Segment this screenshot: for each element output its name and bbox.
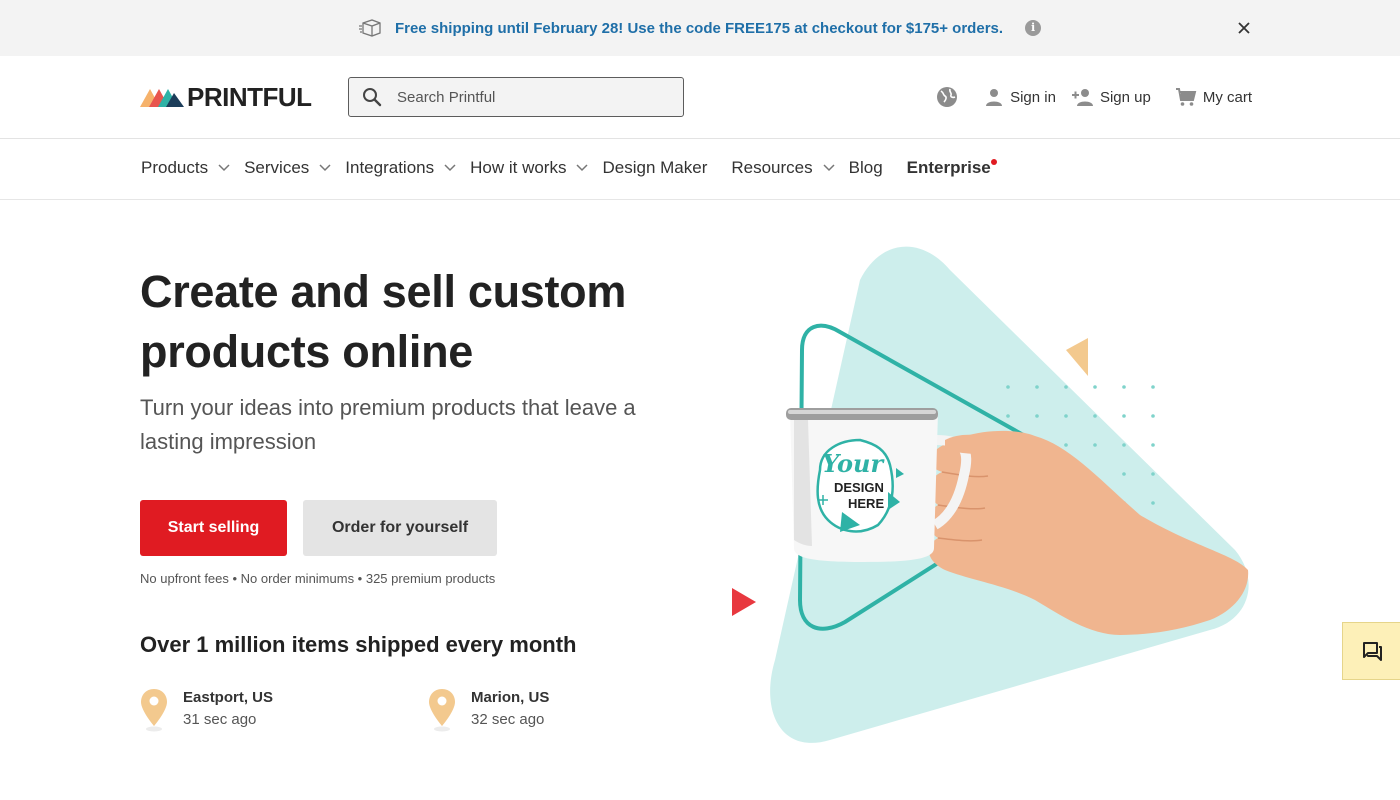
order-details: Marion, US 32 sec ago — [471, 688, 549, 732]
sign-in-link[interactable]: Sign in — [984, 87, 1056, 107]
header-actions: Sign in Sign up My cart — [936, 86, 1252, 108]
nav-item-design-maker[interactable]: Design Maker — [602, 158, 707, 178]
order-time: 32 sec ago — [471, 711, 545, 728]
chevron-down-icon — [444, 164, 456, 172]
peach-triangle-shape — [1066, 338, 1088, 376]
nav-label: Integrations — [345, 158, 435, 177]
nav-item-enterprise[interactable]: Enterprise — [906, 158, 997, 178]
hero-subtitle: Turn your ideas into premium products th… — [140, 395, 636, 454]
chat-widget-button[interactable] — [1342, 622, 1400, 680]
nav-label: How it works — [470, 158, 567, 177]
cart-link[interactable]: My cart — [1175, 87, 1252, 107]
order-time: 31 sec ago — [183, 711, 257, 728]
recent-order: Marion, US 32 sec ago — [428, 688, 549, 732]
sign-up-label: Sign up — [1099, 88, 1151, 106]
nav-item-blog[interactable]: Blog — [849, 158, 883, 178]
order-details: Eastport, US 31 sec ago — [183, 688, 273, 732]
printful-logo[interactable]: PRINTFUL — [140, 84, 312, 110]
sign-in-label: Sign in — [1010, 88, 1056, 106]
nav-list: Products Services Integrations How it wo… — [141, 158, 1015, 178]
chevron-down-icon — [319, 164, 331, 172]
search-input[interactable] — [397, 88, 657, 106]
nav-label: Enterprise — [906, 158, 991, 177]
shipped-heading: Over 1 million items shipped every month — [140, 632, 577, 657]
chevron-down-icon — [823, 164, 835, 172]
nav-label: Services — [244, 158, 310, 177]
nav-label: Products — [141, 158, 209, 177]
user-icon — [986, 89, 1003, 106]
nav-item-products[interactable]: Products — [141, 158, 230, 178]
chevron-down-icon — [576, 164, 589, 172]
main-nav: Products Services Integrations How it wo… — [0, 139, 1400, 200]
mug-text-design: DESIGN — [834, 480, 884, 495]
nav-label: Resources — [731, 158, 813, 177]
recent-order: Eastport, US 31 sec ago — [140, 688, 273, 732]
new-indicator-dot — [990, 159, 997, 165]
promo-banner: Free shipping until February 28! Use the… — [0, 0, 1400, 56]
nav-item-how-it-works[interactable]: How it works — [470, 158, 589, 178]
order-for-yourself-button[interactable]: Order for yourself — [303, 500, 497, 556]
order-city: Eastport, US — [183, 689, 274, 706]
search-icon[interactable] — [362, 87, 382, 107]
box-icon — [358, 19, 381, 37]
hero-illustration: Your DESIGN HERE — [732, 246, 1249, 743]
add-user-icon — [1071, 89, 1093, 106]
start-selling-button[interactable]: Start selling — [140, 500, 287, 556]
sign-up-link[interactable]: Sign up — [1071, 87, 1151, 107]
mug-text-here: HERE — [848, 496, 884, 511]
hero-title: Create and sell custom products online — [140, 266, 627, 377]
promo-content: Free shipping until February 28! Use the… — [358, 17, 1042, 39]
order-city: Marion, US — [471, 689, 550, 706]
promo-text[interactable]: Free shipping until February 28! Use the… — [395, 20, 1003, 37]
red-triangle-shape — [732, 588, 756, 616]
nav-item-integrations[interactable]: Integrations — [345, 158, 456, 178]
nav-label: Design Maker — [602, 158, 708, 177]
cart-label: My cart — [1202, 88, 1252, 106]
search-box[interactable] — [348, 77, 684, 117]
location-pin-icon — [141, 689, 167, 732]
perks-text: No upfront fees • No order minimums • 32… — [140, 571, 496, 586]
location-pin-icon — [429, 689, 455, 732]
close-icon[interactable] — [1234, 18, 1254, 38]
cart-icon — [1175, 88, 1197, 106]
nav-item-services[interactable]: Services — [244, 158, 331, 178]
nav-item-resources[interactable]: Resources — [731, 158, 835, 178]
nav-label: Blog — [848, 158, 883, 177]
logo-mark-icon — [140, 89, 184, 107]
logo-text: PRINTFUL — [187, 82, 312, 112]
site-header: PRINTFUL Sign in Sign up — [0, 56, 1400, 139]
chat-bubbles-icon — [1362, 642, 1382, 661]
info-icon[interactable]: i — [1025, 20, 1042, 36]
chevron-down-icon — [218, 164, 230, 172]
mug-text-your: Your — [822, 449, 886, 478]
globe-icon[interactable] — [936, 86, 958, 108]
